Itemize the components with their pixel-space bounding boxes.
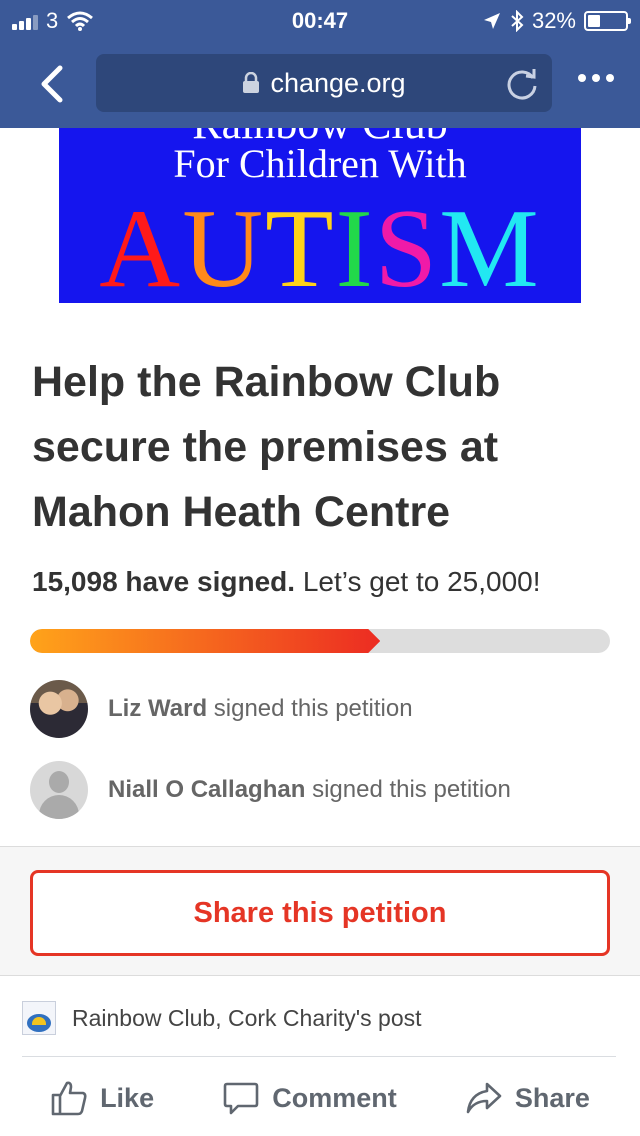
signer-row[interactable]: Liz Ward signed this petition <box>30 680 620 738</box>
progress-bar-fill <box>30 629 380 653</box>
banner-letter: M <box>439 187 541 303</box>
petition-banner-image: Rainbow Club For Children With AUTISM <box>59 128 581 303</box>
signature-progress-text: 15,098 have signed. Let’s get to 25,000! <box>32 566 622 598</box>
progress-bar <box>30 629 610 653</box>
comment-icon <box>223 1082 259 1115</box>
lock-icon <box>243 72 260 93</box>
bluetooth-icon <box>511 10 524 32</box>
banner-letter: T <box>265 187 336 303</box>
signer-action: signed this petition <box>213 695 413 722</box>
signer-action: signed this petition <box>312 776 511 803</box>
signer-name: Niall O Callaghan <box>108 776 306 803</box>
banner-letter: A <box>99 187 183 303</box>
signer-name: Liz Ward <box>108 695 208 722</box>
reload-icon[interactable] <box>504 66 540 102</box>
banner-letter: I <box>335 187 375 303</box>
share-arrow-icon <box>466 1082 502 1114</box>
comment-label: Comment <box>272 1082 397 1113</box>
divider <box>22 1056 616 1057</box>
post-label: Rainbow Club, Cork Charity's post <box>72 1004 422 1031</box>
thumbs-up-icon <box>51 1081 87 1116</box>
battery-icon <box>584 11 631 31</box>
share-petition-button[interactable]: Share this petition <box>30 870 610 956</box>
like-button[interactable]: Like <box>50 1080 154 1116</box>
status-right: 32% <box>482 8 631 34</box>
page-logo-icon <box>22 1001 56 1035</box>
share-label: Share <box>514 1082 590 1113</box>
like-label: Like <box>100 1082 155 1113</box>
avatar <box>30 680 88 738</box>
comment-button[interactable]: Comment <box>222 1080 397 1116</box>
battery-percent: 32% <box>531 8 576 33</box>
share-button[interactable]: Share <box>465 1080 590 1116</box>
banner-letter: S <box>374 187 440 303</box>
more-icon[interactable] <box>578 74 614 82</box>
url-text: change.org <box>270 67 406 98</box>
signer-row[interactable]: Niall O Callaghan signed this petition <box>30 761 620 819</box>
goal-text: Let’s get to 25,000! <box>302 566 541 597</box>
banner-headline: AUTISM <box>59 184 581 303</box>
signed-count: 15,098 have signed. <box>32 566 296 597</box>
petition-title: Help the Rainbow Club secure the premise… <box>32 358 501 536</box>
share-section: Share this petition <box>0 846 640 976</box>
signer-text: Niall O Callaghan signed this petition <box>108 776 511 804</box>
post-action-bar: Like Comment Share <box>0 1068 640 1128</box>
signer-text: Liz Ward signed this petition <box>108 695 413 723</box>
location-arrow-icon <box>483 13 500 29</box>
address-bar[interactable]: change.org <box>96 54 552 112</box>
status-bar: 3 00:47 32% <box>0 0 640 40</box>
back-icon[interactable] <box>30 62 74 106</box>
banner-letter: U <box>182 187 266 303</box>
avatar-placeholder-icon <box>30 761 88 819</box>
banner-subtitle: For Children With <box>173 141 467 186</box>
post-attribution[interactable]: Rainbow Club, Cork Charity's post <box>22 996 618 1040</box>
browser-toolbar: change.org <box>0 40 640 128</box>
